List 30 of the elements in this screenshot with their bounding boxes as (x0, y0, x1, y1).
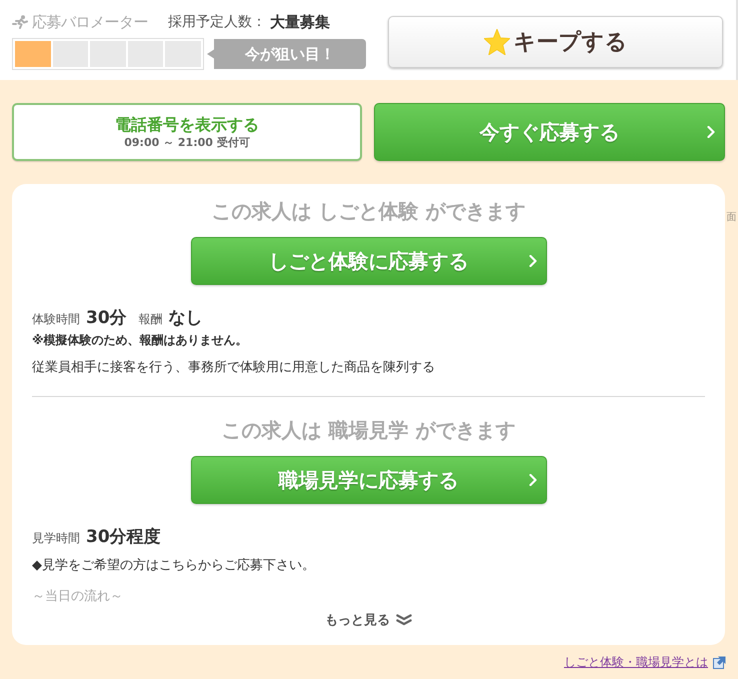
hiring-value: 大量募集 (270, 12, 330, 32)
detail-value: なし (168, 307, 203, 329)
section-heading: この求人は しごと体験 ができます (210, 198, 526, 225)
description-text: ～当日の流れ～ (32, 588, 124, 606)
external-link-icon (713, 656, 726, 669)
chevron-right-icon (707, 126, 715, 138)
meter-segment (52, 41, 88, 67)
meter-segment (165, 41, 202, 67)
detail-label: 見学時間 (32, 530, 80, 547)
detail-label: 体験時間 (32, 311, 80, 328)
detail-value: 30分程度 (86, 526, 161, 548)
chevron-right-icon (528, 255, 536, 267)
show-more-button[interactable]: もっと見る (325, 610, 412, 630)
description-text: 従業員相手に接客を行う、事務所で体験用に用意した商品を陳列する (32, 359, 436, 377)
about-link[interactable]: しごと体験・職場見学とは (564, 654, 708, 671)
double-chevron-down-icon (396, 614, 412, 626)
note-text: ※模擬体験のため、報酬はありません。 (32, 332, 249, 349)
keep-button[interactable]: キープする (388, 16, 723, 68)
hiring-label: 採用予定人数： (168, 13, 266, 31)
barometer-badge: 今が狙い目！ (207, 39, 366, 69)
barometer-label: 応募バロメーター (32, 12, 148, 32)
runner-icon (12, 15, 28, 29)
description-text: ◆見学をご希望の方はこちらからご応募下さい。 (32, 557, 316, 575)
cut-off-text: 面 (726, 212, 736, 224)
phone-number-button[interactable]: 電話番号を表示する 09:00 ～ 21:00 受付可 (12, 103, 362, 161)
detail-value: 30分 (86, 307, 127, 329)
detail-label: 報酬 (138, 311, 163, 328)
star-icon (484, 29, 510, 55)
section-heading: この求人は 職場見学 ができます (220, 417, 516, 444)
chevron-right-icon (528, 474, 536, 486)
